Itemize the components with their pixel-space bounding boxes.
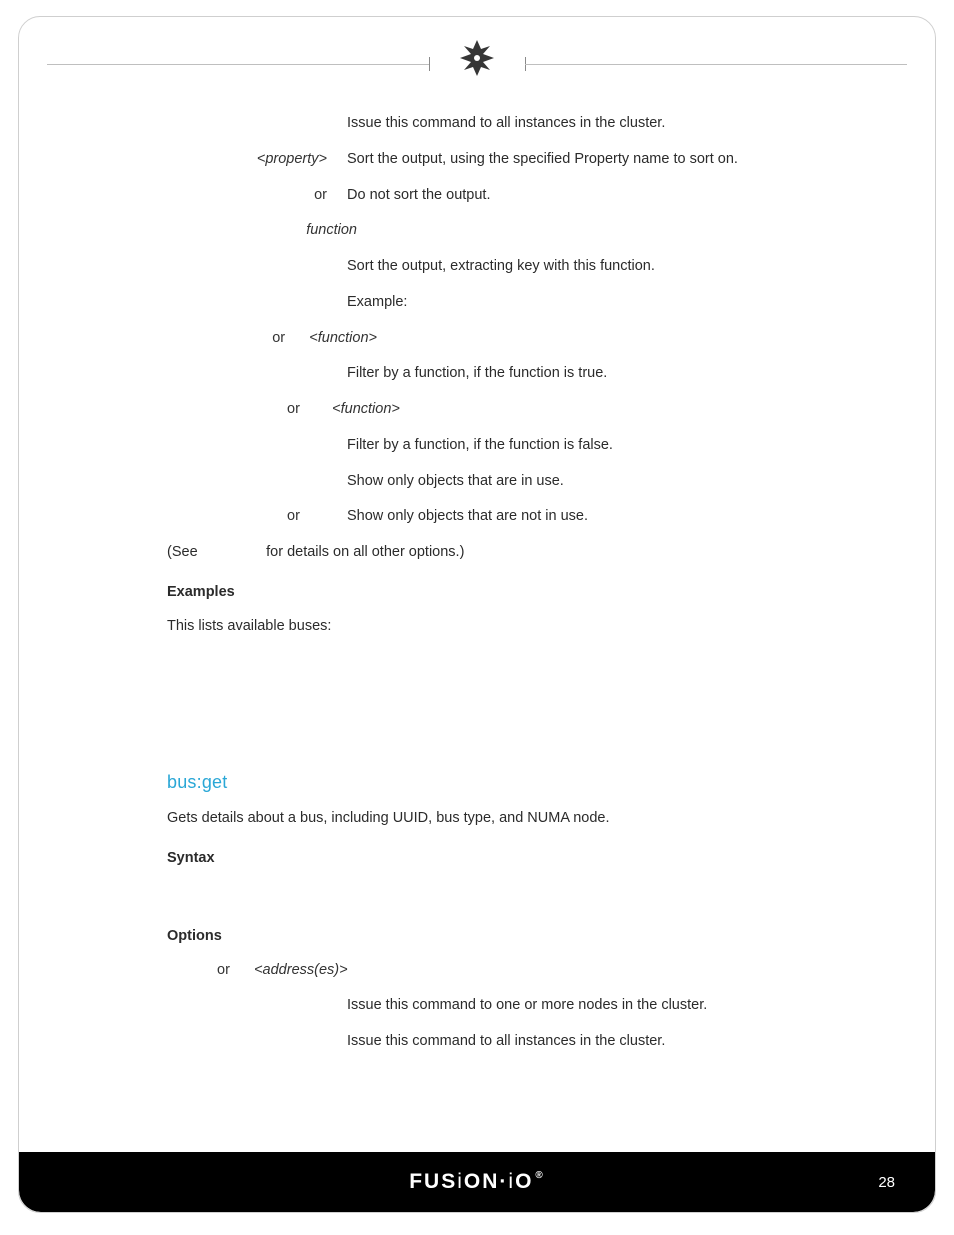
- option-row: or Do not sort the output.: [167, 185, 835, 207]
- option-row: or <function>: [167, 328, 835, 350]
- page-content: Issue this command to all instances in t…: [167, 113, 835, 1092]
- option-desc: Do not sort the output.: [347, 185, 835, 207]
- busget-intro: Gets details about a bus, including UUID…: [167, 808, 835, 830]
- option-desc: Sort the output, extracting key with thi…: [347, 256, 835, 278]
- brand-mark-icon: [456, 37, 498, 84]
- registered-mark: ®: [535, 1170, 544, 1181]
- brand-wordmark: FUSiON·iO®: [409, 1170, 545, 1194]
- see-prefix: (See: [167, 544, 198, 560]
- option-label: [167, 113, 347, 135]
- option-desc: Show only objects that are not in use.: [347, 506, 835, 528]
- option-label: <property>: [167, 149, 347, 171]
- options-heading: Options: [167, 926, 835, 948]
- option-desc: Sort the output, using the specified Pro…: [347, 149, 835, 171]
- option-desc-row: Example:: [167, 292, 835, 314]
- option-row: function: [167, 220, 835, 242]
- option-label: or <function>: [167, 399, 427, 421]
- label-or: or: [287, 401, 300, 417]
- label-arg: <function>: [309, 330, 377, 346]
- option-desc-row: Filter by a function, if the function is…: [167, 435, 835, 457]
- option-desc: Example:: [347, 292, 835, 314]
- examples-heading: Examples: [167, 582, 835, 604]
- brand-part: ON·: [464, 1170, 509, 1193]
- option-desc-row: Issue this command to one or more nodes …: [167, 995, 835, 1017]
- option-desc: Filter by a function, if the function is…: [347, 363, 835, 385]
- label-or: or: [217, 962, 230, 978]
- option-desc: Issue this command to one or more nodes …: [347, 995, 835, 1017]
- option-row: or <address(es)>: [167, 960, 835, 982]
- option-row: or Show only objects that are not in use…: [167, 506, 835, 528]
- brand-part: i: [457, 1170, 464, 1193]
- option-desc: Issue this command to all instances in t…: [347, 113, 835, 135]
- examples-text: This lists available buses:: [167, 616, 835, 638]
- section-title-busget: bus:get: [167, 769, 835, 796]
- option-desc-row: Sort the output, extracting key with thi…: [167, 256, 835, 278]
- option-desc-row: Filter by a function, if the function is…: [167, 363, 835, 385]
- option-row: Issue this command to all instances in t…: [167, 113, 835, 135]
- label-or: or: [167, 506, 347, 528]
- page-number: 28: [878, 1174, 895, 1191]
- page-footer: FUSiON·iO® 28: [19, 1152, 935, 1212]
- option-label: or <function>: [167, 328, 397, 350]
- brand-part: O: [515, 1170, 533, 1193]
- option-row: or <function>: [167, 399, 835, 421]
- see-other-options: (See for details on all other options.): [167, 542, 835, 564]
- option-row: <property> Sort the output, using the sp…: [167, 149, 835, 171]
- label-or: or: [272, 330, 285, 346]
- label-arg: <address(es)>: [254, 962, 348, 978]
- option-desc: Show only objects that are in use.: [347, 471, 835, 493]
- syntax-heading: Syntax: [167, 848, 835, 870]
- brand-part: FUS: [409, 1170, 457, 1193]
- page-card: Issue this command to all instances in t…: [18, 16, 936, 1213]
- option-label: function: [167, 220, 377, 242]
- option-label: or <address(es)>: [167, 960, 368, 982]
- see-suffix: for details on all other options.): [266, 544, 464, 560]
- option-desc-row: Issue this command to all instances in t…: [167, 1031, 835, 1053]
- option-desc-row: Show only objects that are in use.: [167, 471, 835, 493]
- option-desc: Issue this command to all instances in t…: [347, 1031, 835, 1053]
- option-desc: Filter by a function, if the function is…: [347, 435, 835, 457]
- label-arg: <function>: [332, 401, 400, 417]
- option-label: or: [167, 185, 347, 207]
